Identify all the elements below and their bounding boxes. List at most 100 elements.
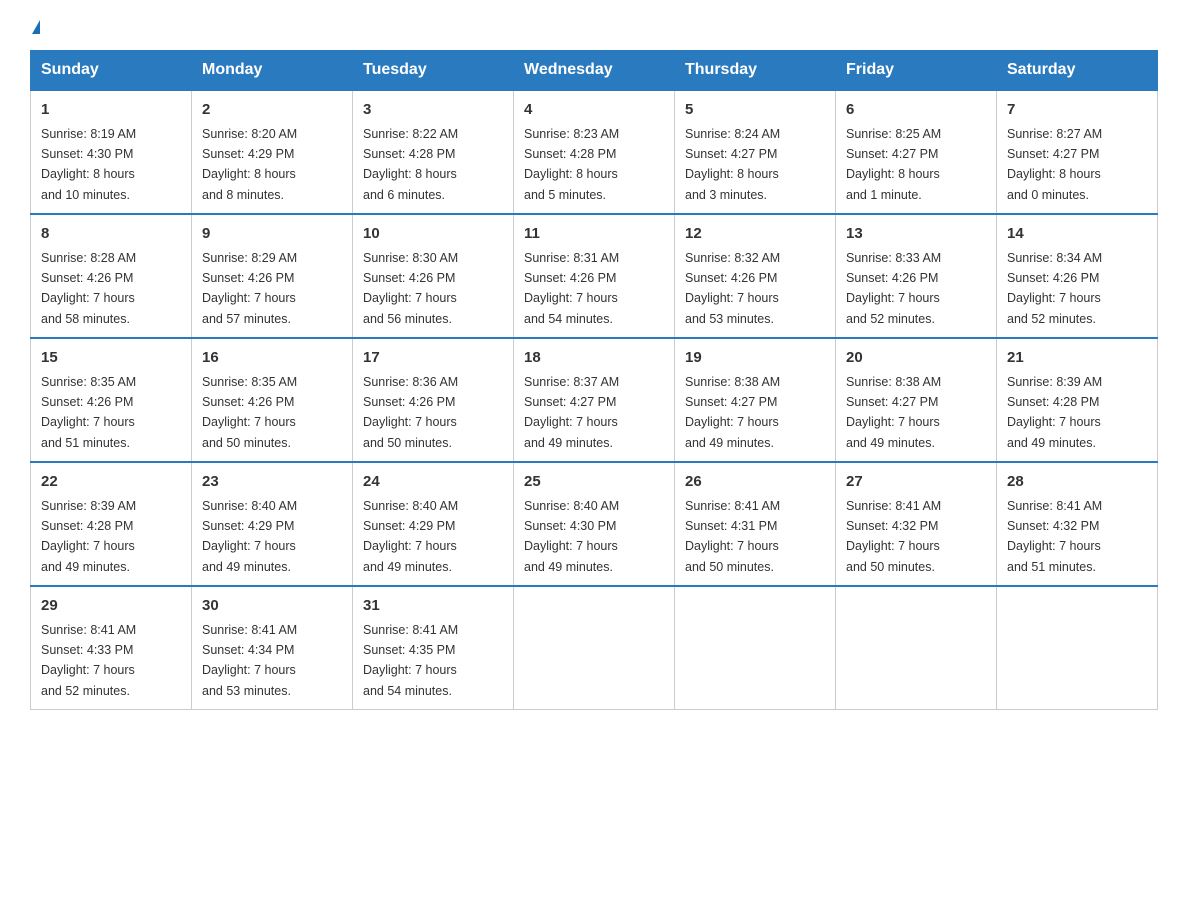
calendar-cell: 15Sunrise: 8:35 AMSunset: 4:26 PMDayligh…	[31, 338, 192, 462]
day-number: 29	[41, 595, 181, 618]
page-header	[30, 20, 1158, 34]
day-number: 3	[363, 99, 503, 122]
day-number: 9	[202, 223, 342, 246]
calendar-cell: 7 Sunrise: 8:27 AMSunset: 4:27 PMDaylight…	[997, 90, 1158, 214]
calendar-cell: 22 Sunrise: 8:39 AMSunset: 4:28 PMDayligh…	[31, 462, 192, 586]
day-number: 16	[202, 347, 342, 370]
day-number: 23	[202, 471, 342, 494]
day-info: Sunrise: 8:36 AMSunset: 4:26 PMDaylight:…	[363, 375, 458, 450]
calendar-cell	[514, 586, 675, 710]
calendar-cell: 28 Sunrise: 8:41 AMSunset: 4:32 PMDayligh…	[997, 462, 1158, 586]
day-info: Sunrise: 8:40 AMSunset: 4:30 PMDaylight:…	[524, 499, 619, 574]
day-number: 19	[685, 347, 825, 370]
calendar-week-row: 29 Sunrise: 8:41 AMSunset: 4:33 PMDayligh…	[31, 586, 1158, 710]
calendar-cell: 17 Sunrise: 8:36 AMSunset: 4:26 PMDayligh…	[353, 338, 514, 462]
day-info: Sunrise: 8:41 AMSunset: 4:31 PMDaylight:…	[685, 499, 780, 574]
day-number: 11	[524, 223, 664, 246]
day-number: 27	[846, 471, 986, 494]
column-header-tuesday: Tuesday	[353, 51, 514, 91]
day-number: 31	[363, 595, 503, 618]
day-info: Sunrise: 8:38 AMSunset: 4:27 PMDaylight:…	[846, 375, 941, 450]
day-info: Sunrise: 8:19 AMSunset: 4:30 PMDaylight:…	[41, 127, 136, 202]
day-number: 21	[1007, 347, 1147, 370]
day-number: 5	[685, 99, 825, 122]
calendar-cell	[997, 586, 1158, 710]
day-info: Sunrise: 8:32 AMSunset: 4:26 PMDaylight:…	[685, 251, 780, 326]
calendar-table: SundayMondayTuesdayWednesdayThursdayFrid…	[30, 50, 1158, 710]
day-info: Sunrise: 8:41 AMSunset: 4:32 PMDaylight:…	[1007, 499, 1102, 574]
day-info: Sunrise: 8:30 AMSunset: 4:26 PMDaylight:…	[363, 251, 458, 326]
calendar-cell: 31 Sunrise: 8:41 AMSunset: 4:35 PMDayligh…	[353, 586, 514, 710]
day-info: Sunrise: 8:41 AMSunset: 4:35 PMDaylight:…	[363, 623, 458, 698]
calendar-cell: 3 Sunrise: 8:22 AMSunset: 4:28 PMDaylight…	[353, 90, 514, 214]
column-header-friday: Friday	[836, 51, 997, 91]
column-header-thursday: Thursday	[675, 51, 836, 91]
day-info: Sunrise: 8:29 AMSunset: 4:26 PMDaylight:…	[202, 251, 297, 326]
calendar-cell: 27 Sunrise: 8:41 AMSunset: 4:32 PMDayligh…	[836, 462, 997, 586]
day-number: 30	[202, 595, 342, 618]
day-info: Sunrise: 8:35 AMSunset: 4:26 PMDaylight:…	[202, 375, 297, 450]
day-info: Sunrise: 8:28 AMSunset: 4:26 PMDaylight:…	[41, 251, 136, 326]
calendar-cell: 20Sunrise: 8:38 AMSunset: 4:27 PMDayligh…	[836, 338, 997, 462]
day-info: Sunrise: 8:39 AMSunset: 4:28 PMDaylight:…	[41, 499, 136, 574]
day-info: Sunrise: 8:27 AMSunset: 4:27 PMDaylight:…	[1007, 127, 1102, 202]
day-info: Sunrise: 8:38 AMSunset: 4:27 PMDaylight:…	[685, 375, 780, 450]
calendar-cell: 4 Sunrise: 8:23 AMSunset: 4:28 PMDaylight…	[514, 90, 675, 214]
calendar-header-row: SundayMondayTuesdayWednesdayThursdayFrid…	[31, 51, 1158, 91]
day-number: 28	[1007, 471, 1147, 494]
day-info: Sunrise: 8:41 AMSunset: 4:33 PMDaylight:…	[41, 623, 136, 698]
calendar-week-row: 1 Sunrise: 8:19 AMSunset: 4:30 PMDaylight…	[31, 90, 1158, 214]
calendar-cell: 11 Sunrise: 8:31 AMSunset: 4:26 PMDayligh…	[514, 214, 675, 338]
calendar-cell: 8 Sunrise: 8:28 AMSunset: 4:26 PMDaylight…	[31, 214, 192, 338]
column-header-monday: Monday	[192, 51, 353, 91]
calendar-cell: 1 Sunrise: 8:19 AMSunset: 4:30 PMDaylight…	[31, 90, 192, 214]
day-info: Sunrise: 8:24 AMSunset: 4:27 PMDaylight:…	[685, 127, 780, 202]
day-info: Sunrise: 8:37 AMSunset: 4:27 PMDaylight:…	[524, 375, 619, 450]
calendar-cell: 24Sunrise: 8:40 AMSunset: 4:29 PMDayligh…	[353, 462, 514, 586]
day-number: 7	[1007, 99, 1147, 122]
calendar-cell: 10 Sunrise: 8:30 AMSunset: 4:26 PMDayligh…	[353, 214, 514, 338]
day-info: Sunrise: 8:33 AMSunset: 4:26 PMDaylight:…	[846, 251, 941, 326]
calendar-cell: 29 Sunrise: 8:41 AMSunset: 4:33 PMDayligh…	[31, 586, 192, 710]
day-info: Sunrise: 8:22 AMSunset: 4:28 PMDaylight:…	[363, 127, 458, 202]
day-number: 10	[363, 223, 503, 246]
calendar-cell: 2 Sunrise: 8:20 AMSunset: 4:29 PMDaylight…	[192, 90, 353, 214]
calendar-cell: 19 Sunrise: 8:38 AMSunset: 4:27 PMDayligh…	[675, 338, 836, 462]
calendar-cell: 12Sunrise: 8:32 AMSunset: 4:26 PMDayligh…	[675, 214, 836, 338]
day-number: 26	[685, 471, 825, 494]
column-header-sunday: Sunday	[31, 51, 192, 91]
calendar-cell: 5 Sunrise: 8:24 AMSunset: 4:27 PMDaylight…	[675, 90, 836, 214]
day-number: 8	[41, 223, 181, 246]
calendar-cell: 26 Sunrise: 8:41 AMSunset: 4:31 PMDayligh…	[675, 462, 836, 586]
column-header-wednesday: Wednesday	[514, 51, 675, 91]
day-info: Sunrise: 8:31 AMSunset: 4:26 PMDaylight:…	[524, 251, 619, 326]
day-info: Sunrise: 8:20 AMSunset: 4:29 PMDaylight:…	[202, 127, 297, 202]
calendar-week-row: 8 Sunrise: 8:28 AMSunset: 4:26 PMDaylight…	[31, 214, 1158, 338]
day-info: Sunrise: 8:34 AMSunset: 4:26 PMDaylight:…	[1007, 251, 1102, 326]
column-header-saturday: Saturday	[997, 51, 1158, 91]
day-number: 4	[524, 99, 664, 122]
calendar-cell: 14 Sunrise: 8:34 AMSunset: 4:26 PMDayligh…	[997, 214, 1158, 338]
day-number: 1	[41, 99, 181, 122]
day-info: Sunrise: 8:41 AMSunset: 4:32 PMDaylight:…	[846, 499, 941, 574]
day-number: 15	[41, 347, 181, 370]
day-info: Sunrise: 8:39 AMSunset: 4:28 PMDaylight:…	[1007, 375, 1102, 450]
day-number: 14	[1007, 223, 1147, 246]
day-info: Sunrise: 8:41 AMSunset: 4:34 PMDaylight:…	[202, 623, 297, 698]
day-number: 2	[202, 99, 342, 122]
logo	[30, 20, 40, 34]
day-number: 18	[524, 347, 664, 370]
calendar-cell: 30 Sunrise: 8:41 AMSunset: 4:34 PMDayligh…	[192, 586, 353, 710]
day-info: Sunrise: 8:40 AMSunset: 4:29 PMDaylight:…	[202, 499, 297, 574]
calendar-cell	[836, 586, 997, 710]
calendar-cell: 25Sunrise: 8:40 AMSunset: 4:30 PMDayligh…	[514, 462, 675, 586]
day-number: 24	[363, 471, 503, 494]
calendar-cell: 23 Sunrise: 8:40 AMSunset: 4:29 PMDayligh…	[192, 462, 353, 586]
day-number: 13	[846, 223, 986, 246]
day-number: 17	[363, 347, 503, 370]
calendar-cell	[675, 586, 836, 710]
day-number: 22	[41, 471, 181, 494]
day-info: Sunrise: 8:23 AMSunset: 4:28 PMDaylight:…	[524, 127, 619, 202]
calendar-cell: 6Sunrise: 8:25 AMSunset: 4:27 PMDaylight…	[836, 90, 997, 214]
calendar-cell: 16 Sunrise: 8:35 AMSunset: 4:26 PMDayligh…	[192, 338, 353, 462]
